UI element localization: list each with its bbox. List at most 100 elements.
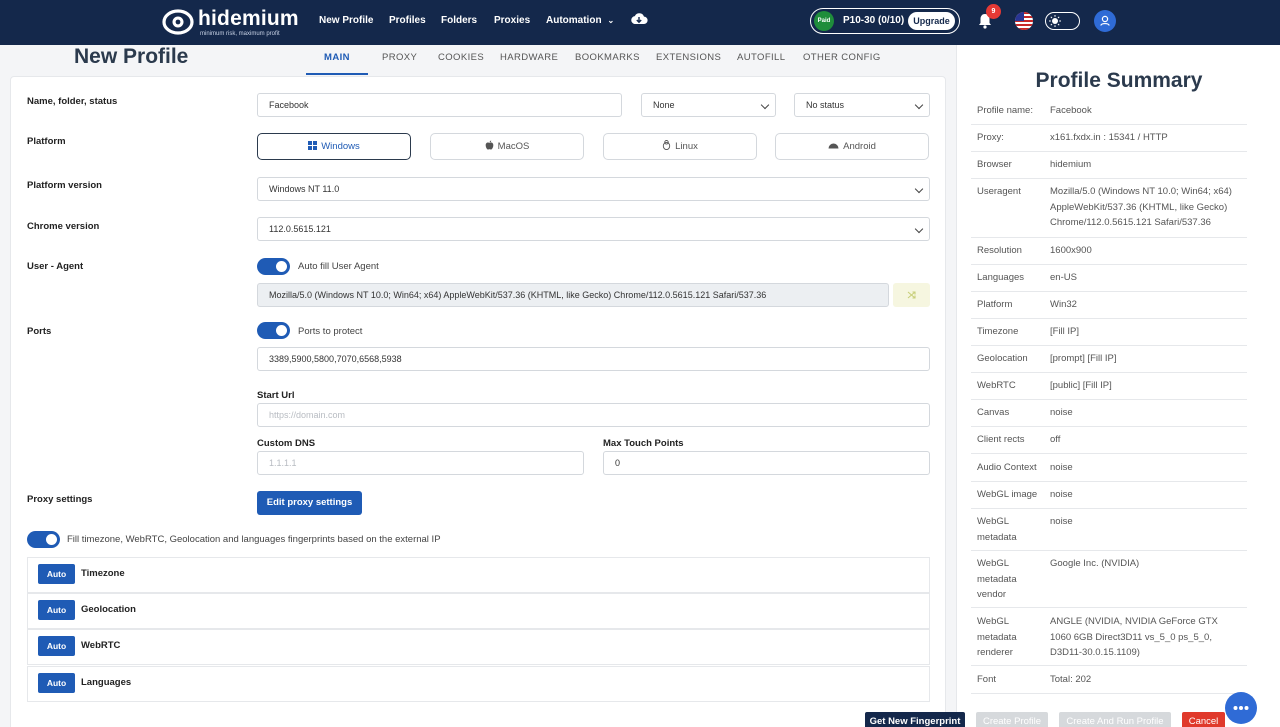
randomize-user-agent-button[interactable] (893, 283, 930, 307)
chrome-version-value: 112.0.5615.121 (269, 224, 331, 234)
get-new-fingerprint-button[interactable]: Get New Fingerprint (865, 712, 965, 727)
custom-dns-input[interactable]: 1.1.1.1 (257, 451, 584, 475)
summary-row: Languages en-US (971, 270, 1247, 292)
proxy-settings-label: Proxy settings (27, 494, 93, 505)
summary-row: Platform Win32 (971, 297, 1247, 319)
summary-row: Resolution 1600x900 (971, 243, 1247, 265)
timezone-auto-button[interactable]: Auto (38, 564, 75, 584)
summary-row: Font Total: 202 (971, 672, 1247, 694)
folder-select[interactable]: None (641, 93, 776, 117)
chrome-version-select[interactable]: 112.0.5615.121 (257, 217, 930, 241)
summary-key: Proxy: (977, 132, 1004, 143)
chat-support-button[interactable] (1225, 692, 1257, 724)
upgrade-button[interactable]: Upgrade (908, 12, 955, 30)
summary-key: Client rects (977, 434, 1025, 445)
profile-summary-title: Profile Summary (1035, 69, 1203, 92)
summary-value: Total: 202 (1050, 674, 1092, 685)
theme-toggle[interactable] (1045, 12, 1080, 30)
geolocation-label: Geolocation (81, 604, 136, 615)
summary-row: Proxy: x161.fxdx.in : 15341 / HTTP (971, 130, 1247, 152)
summary-value: Facebook (1050, 105, 1092, 116)
cancel-button[interactable]: Cancel (1182, 712, 1225, 727)
nav-proxies[interactable]: Proxies (494, 15, 530, 26)
platform-macos-button[interactable]: MacOS (430, 133, 584, 160)
summary-key: WebGL image (977, 489, 1038, 500)
summary-key: Geolocation (977, 353, 1028, 364)
nav-new-profile[interactable]: New Profile (319, 15, 373, 26)
languages-row: Auto Languages (27, 666, 930, 702)
summary-row: WebGL metadata noise (971, 514, 1247, 551)
platform-android-button[interactable]: Android (775, 133, 929, 160)
user-agent-input[interactable]: Mozilla/5.0 (Windows NT 10.0; Win64; x64… (257, 283, 889, 307)
summary-row: WebGL metadata renderer ANGLE (NVIDIA, NV… (971, 614, 1247, 666)
webrtc-auto-button[interactable]: Auto (38, 636, 75, 656)
platform-version-select[interactable]: Windows NT 11.0 (257, 177, 930, 201)
cloud-download-icon[interactable] (630, 11, 648, 27)
ports-input[interactable]: 3389,5900,5800,7070,6568,5938 (257, 347, 930, 371)
chevron-down-icon (760, 100, 770, 110)
user-icon (1100, 15, 1110, 26)
tab-bookmarks[interactable]: BOOKMARKS (575, 52, 640, 63)
ports-protect-toggle[interactable] (257, 322, 290, 339)
nav-automation-label: Automation (546, 15, 602, 26)
summary-key: Font (977, 674, 997, 685)
user-avatar[interactable] (1094, 10, 1116, 32)
summary-row: Profile name: Facebook (971, 103, 1247, 125)
create-and-run-profile-button[interactable]: Create And Run Profile (1059, 712, 1171, 727)
us-flag-icon[interactable] (1015, 12, 1033, 30)
summary-value: Win32 (1050, 299, 1077, 310)
plan-badge: Paid P10-30 (0/10) Upgrade (810, 8, 960, 34)
tab-hardware[interactable]: HARDWARE (500, 52, 558, 63)
languages-auto-button[interactable]: Auto (38, 673, 75, 693)
chrome-version-label: Chrome version (27, 221, 100, 232)
create-profile-button[interactable]: Create Profile (976, 712, 1048, 727)
user-agent-label: User - Agent (27, 261, 84, 272)
geolocation-auto-button[interactable]: Auto (38, 600, 75, 620)
platform-windows-button[interactable]: Windows (257, 133, 411, 160)
ports-protect-label: Ports to protect (298, 326, 363, 337)
summary-key: Useragent (977, 186, 1021, 197)
tab-cookies[interactable]: COOKIES (438, 52, 484, 63)
nav-profiles[interactable]: Profiles (389, 15, 426, 26)
tab-extensions[interactable]: EXTENSIONS (656, 52, 721, 63)
summary-value: [public] [Fill IP] (1050, 380, 1112, 391)
summary-row: WebGL metadata vendor Google Inc. (NVIDIA… (971, 556, 1247, 608)
active-tab-indicator (306, 73, 368, 75)
max-touch-points-label: Max Touch Points (603, 438, 684, 449)
tab-autofill[interactable]: AUTOFILL (737, 52, 785, 63)
edit-proxy-settings-button[interactable]: Edit proxy settings (257, 491, 362, 515)
platform-macos-label: MacOS (497, 141, 530, 152)
summary-row: Audio Context noise (971, 460, 1247, 482)
nav-automation[interactable]: Automation ⌄ (546, 15, 614, 26)
chevron-down-icon (914, 184, 924, 194)
summary-value: [prompt] [Fill IP] (1050, 353, 1117, 364)
start-url-input[interactable]: https://domain.com (257, 403, 930, 427)
custom-dns-label: Custom DNS (257, 438, 316, 449)
status-select[interactable]: No status (794, 93, 930, 117)
platform-version-label: Platform version (27, 180, 102, 191)
tab-other-config[interactable]: OTHER CONFIG (803, 52, 881, 63)
auto-fill-user-agent-toggle[interactable] (257, 258, 290, 275)
max-touch-points-input[interactable]: 0 (603, 451, 930, 475)
brand-logo[interactable]: hidemium minimum risk, maximum profit (162, 7, 299, 37)
start-url-label: Start Url (257, 390, 295, 401)
top-navbar: hidemium minimum risk, maximum profit Ne… (0, 0, 1280, 45)
summary-value: 1600x900 (1050, 245, 1092, 256)
geolocation-row: Auto Geolocation (27, 593, 930, 629)
page-title: New Profile (74, 45, 189, 68)
sun-icon (1049, 14, 1061, 27)
platform-android-label: Android (843, 141, 876, 152)
fill-fingerprints-toggle[interactable] (27, 531, 60, 548)
webrtc-row: Auto WebRTC (27, 629, 930, 665)
profile-name-input[interactable]: Facebook (257, 93, 622, 117)
summary-value: [Fill IP] (1050, 326, 1080, 337)
summary-value: off (1050, 434, 1061, 445)
tab-proxy[interactable]: PROXY (382, 52, 417, 63)
summary-row: Timezone [Fill IP] (971, 324, 1247, 346)
summary-row: Useragent Mozilla/5.0 (Windows NT 10.0; W… (971, 184, 1247, 238)
nav-folders[interactable]: Folders (441, 15, 477, 26)
tab-main[interactable]: MAIN (324, 52, 350, 63)
summary-key: Browser (977, 159, 1012, 170)
notification-count: 9 (986, 4, 1001, 19)
platform-linux-button[interactable]: Linux (603, 133, 757, 160)
